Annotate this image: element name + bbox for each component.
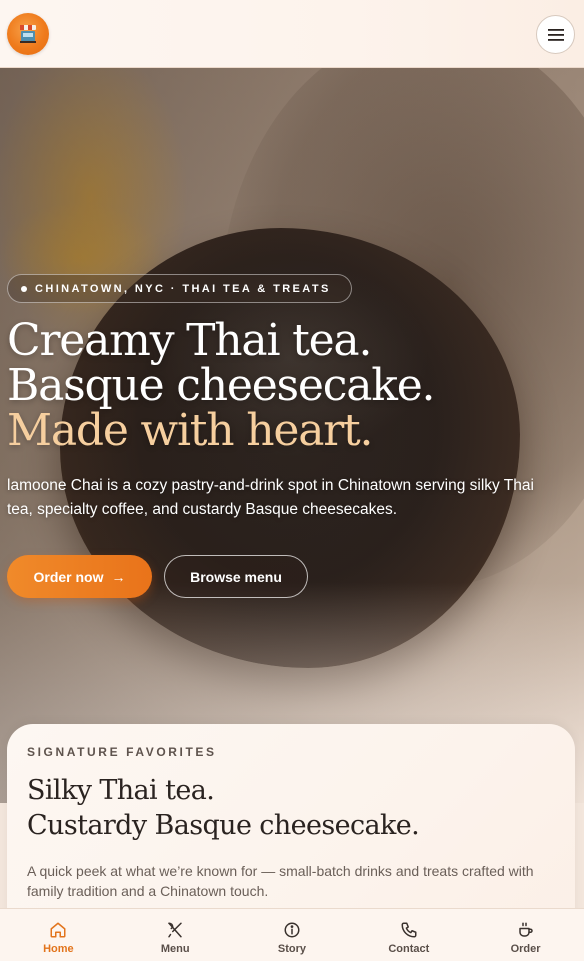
info-icon	[284, 922, 300, 938]
headline-line-1: Creamy Thai tea.	[7, 315, 372, 366]
home-icon	[50, 922, 66, 938]
nav-label-menu: Menu	[160, 943, 190, 955]
nav-label-story: Story	[277, 943, 307, 955]
nav-item-contact[interactable]: Contact	[350, 909, 467, 961]
utensils-icon	[168, 922, 182, 938]
order-now-button[interactable]: Order now →	[7, 555, 152, 598]
nav-label-home: Home	[43, 943, 74, 955]
section-title-line-1: Silky Thai tea.	[27, 775, 215, 806]
section-title: Silky Thai tea. Custardy Basque cheeseca…	[27, 773, 567, 843]
nav-label-contact: Contact	[388, 943, 430, 955]
section-title-line-2: Custardy Basque cheesecake.	[27, 810, 420, 841]
nav-item-story[interactable]: Story	[234, 909, 351, 961]
bottom-navigation: Home Menu Story Contact Order	[0, 908, 584, 961]
nav-item-home[interactable]: Home	[0, 909, 117, 961]
top-header	[0, 0, 584, 68]
phone-icon	[401, 922, 417, 938]
food-stall-icon	[20, 25, 36, 43]
hero-description: lamoone Chai is a cozy pastry-and-drink …	[7, 477, 534, 518]
badge-dot	[21, 285, 27, 292]
order-now-label: Order now	[33, 568, 104, 585]
section-eyebrow: SIGNATURE FAVORITES	[27, 745, 217, 759]
hamburger-menu-icon	[547, 28, 564, 41]
logo[interactable]	[7, 13, 49, 55]
nav-item-order[interactable]: Order	[467, 909, 584, 961]
hero-headline: Creamy Thai tea. Basque cheesecake. Made…	[7, 318, 577, 453]
browse-menu-button[interactable]: Browse menu	[164, 555, 308, 598]
badge-text: CHINATOWN, NYC · THAI TEA & TREATS	[35, 282, 331, 295]
menu-button[interactable]	[536, 15, 575, 54]
headline-line-3: Made with heart.	[7, 405, 374, 456]
browse-menu-label: Browse menu	[190, 568, 282, 585]
hero-section: CHINATOWN, NYC · THAI TEA & TREATS Cream…	[0, 68, 584, 803]
nav-item-menu[interactable]: Menu	[117, 909, 234, 961]
headline-line-2: Basque cheesecake.	[7, 360, 436, 411]
nav-label-order: Order	[510, 943, 541, 955]
section-description: A quick peek at what we’re known for — s…	[27, 863, 534, 899]
coffee-cup-icon	[518, 922, 533, 937]
arrow-right-icon: →	[111, 568, 126, 585]
location-badge: CHINATOWN, NYC · THAI TEA & TREATS	[7, 274, 352, 303]
